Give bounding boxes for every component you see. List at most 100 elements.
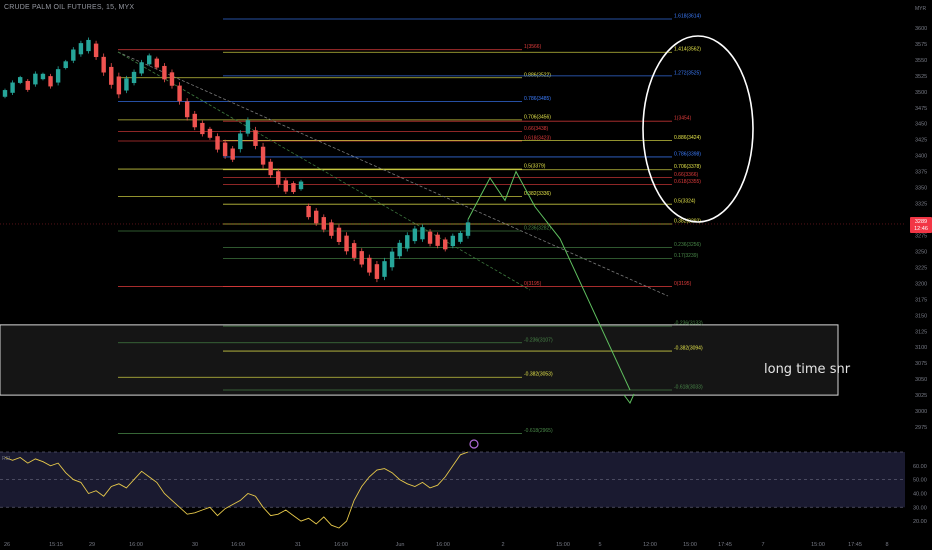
candle-body (207, 128, 213, 138)
price-tick-label: 3150 (915, 313, 927, 319)
candle-body (33, 73, 38, 85)
time-tick-label: 31 (295, 542, 301, 548)
last-price-value: 3289 (915, 219, 927, 225)
price-tick-label: 3000 (915, 409, 927, 415)
candle-body (306, 205, 311, 218)
candle-body (101, 56, 106, 73)
price-tick-label: 3100 (915, 345, 927, 351)
price-tick-label: 3600 (915, 26, 927, 32)
candle-body (93, 43, 99, 58)
candle-body (25, 80, 30, 90)
candle-body (344, 235, 349, 252)
symbol-title: CRUDE PALM OIL FUTURES, 15, MYX (4, 4, 135, 11)
fib-left-label: 0.5(3379) (524, 164, 546, 170)
candle-body (245, 120, 251, 134)
highlight-ellipse (642, 35, 754, 223)
currency-label: MYR (915, 6, 927, 12)
price-chart-svg[interactable]: 3600 3575 3550 3525 3500 3475 3450 3425 3400 3375… (0, 0, 932, 550)
fib-left-label: -0.236(3107) (524, 337, 553, 343)
candle-body (109, 66, 114, 85)
fib-right-label: 0.786(3398) (674, 151, 701, 157)
time-tick-label: 26 (4, 542, 10, 548)
candle-body (412, 228, 418, 242)
snr-annotation-label: long time snr (764, 362, 851, 377)
candle-body (435, 234, 440, 246)
time-tick-label: 15:15 (49, 542, 63, 548)
time-tick-label: 16:00 (129, 542, 143, 548)
candle-body (124, 78, 129, 91)
time-tick-label: 15:00 (811, 542, 825, 548)
rsi-indicator-label: RSI (2, 456, 11, 462)
candle-body (116, 76, 122, 95)
candle-body (313, 210, 319, 224)
candle-body (169, 72, 175, 86)
candle-body (154, 58, 160, 68)
fib-right-label: 1(3454) (674, 116, 692, 122)
fib-right-label: 0.236(3256) (674, 242, 701, 248)
chart-area[interactable]: 3600 3575 3550 3525 3500 3475 3450 3425 3400 3375… (0, 0, 932, 550)
candle-body (450, 235, 456, 247)
candle-body (283, 180, 289, 192)
candle-body (139, 62, 144, 74)
candle-body (405, 235, 410, 249)
last-price-countdown: 12:46 (914, 226, 928, 232)
time-tick-label: 30 (192, 542, 198, 548)
candle-body (329, 222, 334, 236)
time-tick-label: 15:00 (683, 542, 697, 548)
candle-body (63, 61, 68, 69)
candle-body (458, 232, 463, 242)
candle-body (48, 76, 53, 87)
candle-body (200, 122, 205, 135)
rsi-tick-label: 50.00 (913, 478, 927, 484)
time-tick-label: 16:00 (334, 542, 348, 548)
rsi-tick-label: 40.00 (913, 491, 927, 497)
candle-body (382, 261, 387, 277)
candle-body (40, 73, 46, 80)
price-tick-label: 3525 (915, 74, 927, 80)
candle-body (238, 133, 243, 150)
candle-body (336, 227, 342, 242)
price-tick-label: 3125 (915, 329, 927, 335)
fib-right-label: 0.17(3239) (674, 253, 699, 259)
price-tick-label: 3475 (915, 106, 927, 112)
price-tick-label: 3425 (915, 138, 927, 144)
candle-body (359, 251, 364, 265)
candle-body (222, 142, 228, 156)
time-tick-label: 16:00 (231, 542, 245, 548)
time-tick-label: 29 (89, 542, 95, 548)
candle-body (184, 101, 190, 118)
fib-left-label: 0.236(3282) (524, 226, 551, 232)
candle-body (192, 113, 197, 128)
candle-body (55, 69, 61, 83)
price-tick-label: 3275 (915, 233, 927, 239)
fib-right-label: 0.66(3366) (674, 172, 699, 178)
candle-body (131, 71, 137, 84)
price-tick-label: 3050 (915, 377, 927, 383)
fib-right-label: 1.618(3614) (674, 14, 701, 20)
candle-body (367, 257, 372, 273)
price-tick-label: 3075 (915, 361, 927, 367)
fib-right-label: 1.272(3525) (674, 70, 701, 76)
price-tick-label: 3325 (915, 202, 927, 208)
fib-right-label: -0.382(3094) (674, 346, 703, 352)
fib-left-label: 0.786(3485) (524, 96, 551, 102)
candle-body (162, 65, 167, 80)
rsi-tick-label: 20.00 (913, 519, 927, 525)
time-tick-label: 17:45 (848, 542, 862, 548)
candle-body (465, 222, 471, 236)
time-tick-label: Jun (396, 542, 405, 548)
candle-body (351, 243, 357, 258)
candle-body (147, 55, 152, 65)
time-tick-label: 8 (885, 542, 888, 548)
time-tick-label: 16:00 (436, 542, 450, 548)
fib-right-label: 1.414(3562) (674, 47, 701, 53)
candle-body (78, 43, 84, 55)
fib-right-label: 0.886(3424) (674, 135, 701, 141)
fib-left-label: 0.66(3438) (524, 126, 549, 132)
candle-body (2, 90, 8, 97)
fib-left-label: 0.706(3456) (524, 114, 551, 120)
time-tick-label: 12:00 (643, 542, 657, 548)
price-tick-label: 2975 (915, 425, 927, 431)
candle-body (86, 39, 91, 52)
price-tick-label: 3375 (915, 170, 927, 176)
